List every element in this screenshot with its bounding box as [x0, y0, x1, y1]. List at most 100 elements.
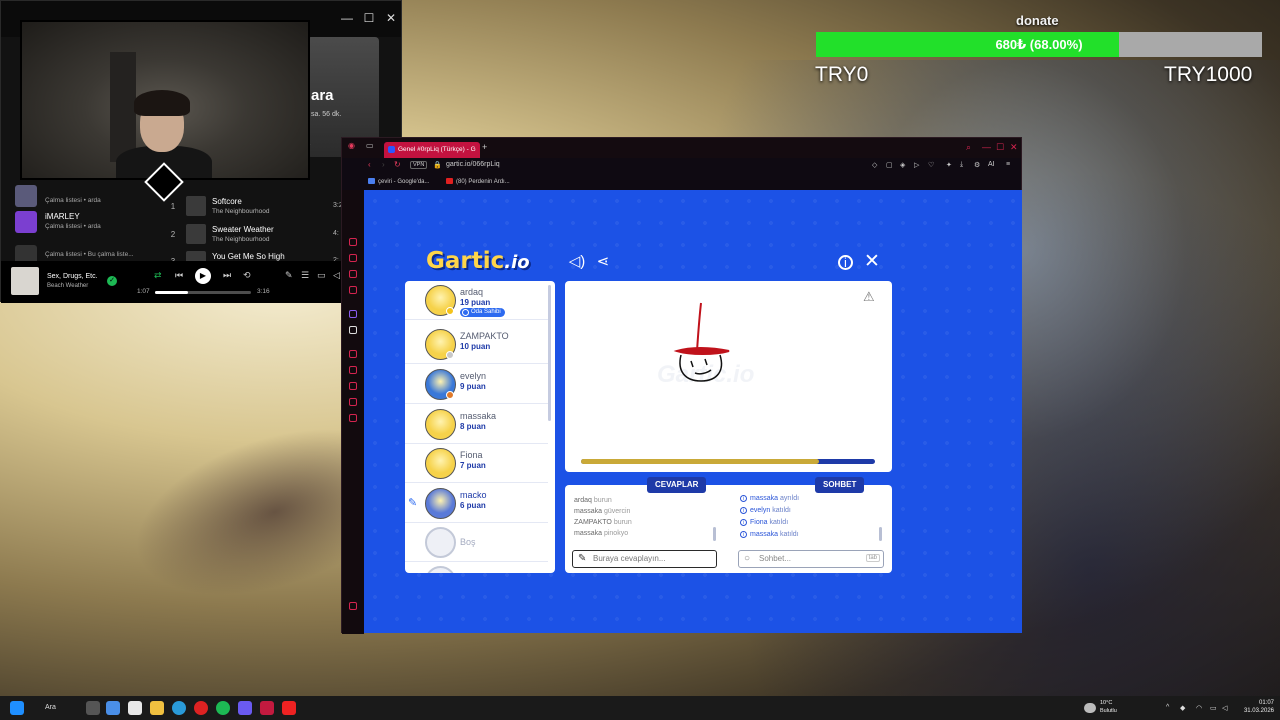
shield-icon[interactable]: ◈ — [900, 161, 905, 169]
player-row[interactable]: Fiona 7 puan — [405, 444, 548, 483]
bookmark-item[interactable]: (80) Perdenin Ardı... — [446, 178, 510, 185]
track-row[interactable]: 2 Sweater Weather The Neighbourhood 4: — [166, 224, 346, 248]
liked-check-icon[interactable]: ✓ — [107, 276, 117, 286]
ai-button[interactable]: AI — [988, 161, 995, 168]
search-icon[interactable]: ⌕ — [966, 142, 971, 153]
heart-icon[interactable]: ♡ — [928, 161, 934, 169]
vpn-badge[interactable]: VPN — [410, 161, 428, 169]
next-icon[interactable]: ⏭ — [223, 270, 231, 281]
display-icon[interactable]: ▭ — [1210, 704, 1217, 712]
widgets-icon[interactable] — [106, 701, 120, 715]
close-icon[interactable]: ✕ — [381, 11, 401, 25]
new-tab-icon[interactable]: + — [482, 142, 487, 152]
tab-chat[interactable]: SOHBET — [815, 477, 865, 493]
answer-input[interactable]: ✎ Buraya cevaplayın... — [572, 550, 717, 568]
tray-app-icon[interactable]: ◆ — [1180, 704, 1185, 712]
settings-icon[interactable]: ⚙ — [974, 161, 980, 169]
wifi-icon[interactable]: ◠ — [1196, 704, 1202, 712]
forward-icon[interactable]: › — [382, 160, 385, 169]
player-row[interactable]: ardaq 19 puan Oda Sahibi — [405, 281, 548, 320]
sidebar-player-icon[interactable] — [349, 254, 357, 262]
sidebar-history-icon[interactable] — [349, 366, 357, 374]
weather-widget[interactable]: 10°C Bulutlu — [1100, 699, 1117, 715]
bookmark-icon[interactable]: ◇ — [872, 161, 877, 169]
queue-icon[interactable]: ☰ — [301, 270, 309, 281]
discord-app-icon[interactable] — [238, 701, 252, 715]
volume-icon[interactable]: ◁ — [1222, 704, 1227, 712]
sidebar-gx-icon[interactable] — [349, 238, 357, 246]
pencil-icon: ✎ — [578, 553, 587, 564]
windows-start-icon[interactable] — [10, 701, 24, 715]
player-list-scrollbar[interactable] — [548, 285, 551, 421]
reload-icon[interactable]: ↻ — [394, 160, 401, 169]
chat-action: ayrıldı — [779, 495, 800, 502]
tab-answers[interactable]: CEVAPLAR — [647, 477, 707, 493]
back-icon[interactable]: ‹ — [368, 160, 371, 169]
close-room-icon[interactable]: ✕ — [863, 252, 881, 271]
taskbar-clock[interactable]: 01:07 31.03.2026 — [1238, 699, 1274, 715]
url-field[interactable]: gartic.io/066rpLiq — [446, 161, 500, 168]
minimize-icon[interactable]: — — [337, 11, 357, 25]
player-row[interactable]: ZAMPAKTO 10 puan — [405, 325, 548, 364]
chat-input[interactable]: ○ Sohbet... tab — [738, 550, 884, 568]
workspaces-icon[interactable]: ▭ — [366, 141, 374, 150]
info-icon: i — [740, 495, 747, 502]
maximize-icon[interactable]: ☐ — [996, 142, 1004, 153]
calendar-app-icon[interactable] — [128, 701, 142, 715]
taskbar-search[interactable]: Ara — [36, 700, 76, 716]
lock-icon: 🔒 — [433, 162, 442, 169]
info-icon[interactable]: i — [838, 255, 853, 270]
minimize-icon[interactable]: — — [982, 142, 991, 152]
extensions-icon[interactable]: ✦ — [946, 161, 952, 169]
chat-author: evelyn — [750, 507, 771, 514]
screenshot-icon[interactable]: ▢ — [886, 161, 893, 169]
bookmark-item[interactable]: çeviri - Google'da... — [368, 178, 430, 185]
sidebar-cube-icon[interactable] — [349, 398, 357, 406]
now-playing-artist: Beach Weather — [47, 283, 89, 289]
tray-chevron-icon[interactable]: ^ — [1166, 704, 1169, 711]
player-row-drawing[interactable]: ✎ macko 6 puan — [405, 484, 548, 523]
sidebar-more-icon[interactable] — [349, 602, 357, 610]
sidebar-settings-icon[interactable] — [349, 350, 357, 358]
sidebar-twitch-icon[interactable] — [349, 310, 357, 318]
repeat-icon[interactable]: ⟲ — [243, 270, 251, 281]
logo-main-text: Gartic — [426, 248, 505, 274]
player-row[interactable]: evelyn 9 puan — [405, 365, 548, 404]
tab-key-hint: tab — [865, 554, 880, 562]
sound-icon[interactable]: ◁) — [568, 253, 586, 271]
answers-scrollbar[interactable] — [713, 527, 716, 541]
play-button[interactable]: ▶ — [195, 268, 211, 284]
playback-progress[interactable] — [155, 291, 251, 294]
report-warning-icon[interactable]: ⚠ — [863, 289, 875, 305]
sidebar-clock-icon[interactable] — [349, 382, 357, 390]
drawing-canvas[interactable]: Gartic.io ⚠ — [565, 281, 892, 472]
sidebar-x-icon[interactable] — [349, 326, 357, 334]
player-icon[interactable]: ▷ — [914, 161, 919, 169]
obs-app-icon[interactable] — [282, 701, 296, 715]
gartic-logo: Gartic.io — [426, 248, 530, 274]
sidebar-chat-icon[interactable] — [349, 286, 357, 294]
track-row[interactable]: 1 Softcore The Neighbourhood 3:2 — [166, 196, 346, 220]
sidebar-gear-icon[interactable] — [349, 414, 357, 422]
edit-icon[interactable]: ✎ — [285, 270, 293, 281]
device-icon[interactable]: ▭ — [317, 270, 326, 281]
chat-scrollbar[interactable] — [879, 527, 882, 541]
previous-icon[interactable]: ⏮ — [175, 270, 183, 281]
file-explorer-icon[interactable] — [150, 701, 164, 715]
download-icon[interactable]: ⤓ — [960, 161, 963, 169]
player-row[interactable]: massaka 8 puan — [405, 405, 548, 444]
volume-icon[interactable]: ◁ — [333, 270, 340, 281]
task-view-icon[interactable] — [86, 701, 100, 715]
tab-gartic[interactable]: Genel #0rpLiq (Türkçe) - G — [384, 142, 480, 158]
opera-active-icon[interactable] — [260, 701, 274, 715]
sidebar-discord-icon[interactable] — [349, 270, 357, 278]
menu-icon[interactable]: ≡ — [1006, 161, 1010, 168]
close-icon[interactable]: ✕ — [1010, 142, 1018, 153]
share-icon[interactable]: ⋖ — [594, 253, 612, 271]
edge-browser-icon[interactable] — [172, 701, 186, 715]
opera-logo-icon[interactable]: ◉ — [348, 141, 355, 150]
opera-gx-icon[interactable] — [194, 701, 208, 715]
maximize-icon[interactable]: ☐ — [359, 11, 379, 25]
spotify-app-icon[interactable] — [216, 701, 230, 715]
shuffle-icon[interactable]: ⇄ — [154, 270, 162, 281]
